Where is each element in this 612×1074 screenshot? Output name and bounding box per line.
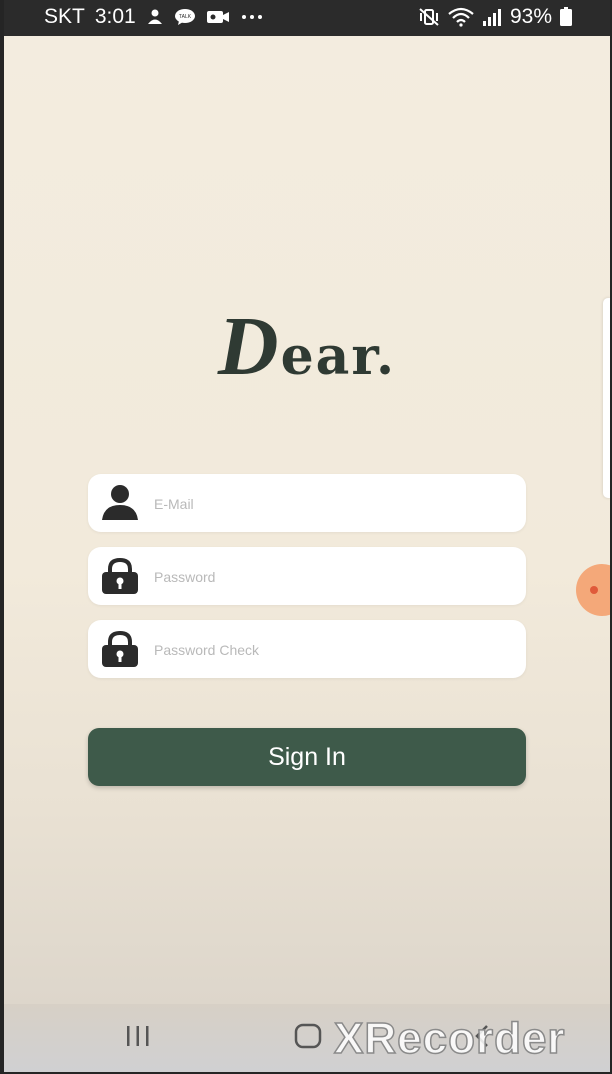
status-notification-icons: TALK [146, 8, 264, 26]
mute-vibrate-icon [418, 7, 440, 27]
user-icon [100, 484, 140, 522]
battery-level: 93% [509, 5, 552, 28]
password-input[interactable] [152, 561, 516, 593]
home-button[interactable] [278, 1018, 338, 1058]
email-input[interactable] [152, 488, 516, 520]
recorder-watermark: XRecorder [333, 1013, 566, 1064]
app-logo: Dear. [4, 298, 610, 395]
sign-in-button[interactable]: Sign In [88, 728, 526, 786]
recent-apps-icon [124, 1025, 152, 1052]
home-icon [294, 1023, 322, 1054]
notification-person-icon [146, 8, 164, 26]
video-camera-icon [206, 8, 230, 26]
navigation-bar: XRecorder [4, 1004, 610, 1072]
recent-apps-button[interactable] [108, 1018, 168, 1058]
floating-recorder-bubble[interactable] [576, 564, 610, 616]
signal-icon [482, 7, 502, 27]
clock: 3:01 [94, 5, 136, 28]
password-check-field[interactable] [88, 620, 526, 678]
status-left: SKT 3:01 TALK [44, 5, 264, 29]
password-check-input[interactable] [152, 634, 516, 666]
talk-bubble-icon: TALK [174, 8, 196, 26]
signup-screen: Dear. Sign In [4, 36, 610, 1004]
phone-frame: SKT 3:01 TALK 93% Dear. E-Mail Sign In X… [0, 0, 612, 1074]
status-bar: SKT 3:01 TALK 93% [4, 0, 610, 36]
carrier-label: SKT [44, 5, 85, 28]
record-dot-icon [590, 586, 598, 594]
logo-rest: ear. [280, 326, 397, 387]
lock-icon [100, 557, 140, 595]
status-right: 93% [418, 5, 572, 29]
password-field[interactable] [88, 547, 526, 605]
edge-panel-handle[interactable] [603, 298, 610, 498]
battery-icon [560, 7, 572, 27]
wifi-icon [448, 7, 474, 27]
lock-icon [100, 630, 140, 668]
more-dots-icon [240, 8, 264, 26]
svg-text:TALK: TALK [179, 14, 192, 20]
logo-initial: D [217, 300, 281, 393]
email-field[interactable] [88, 474, 526, 532]
